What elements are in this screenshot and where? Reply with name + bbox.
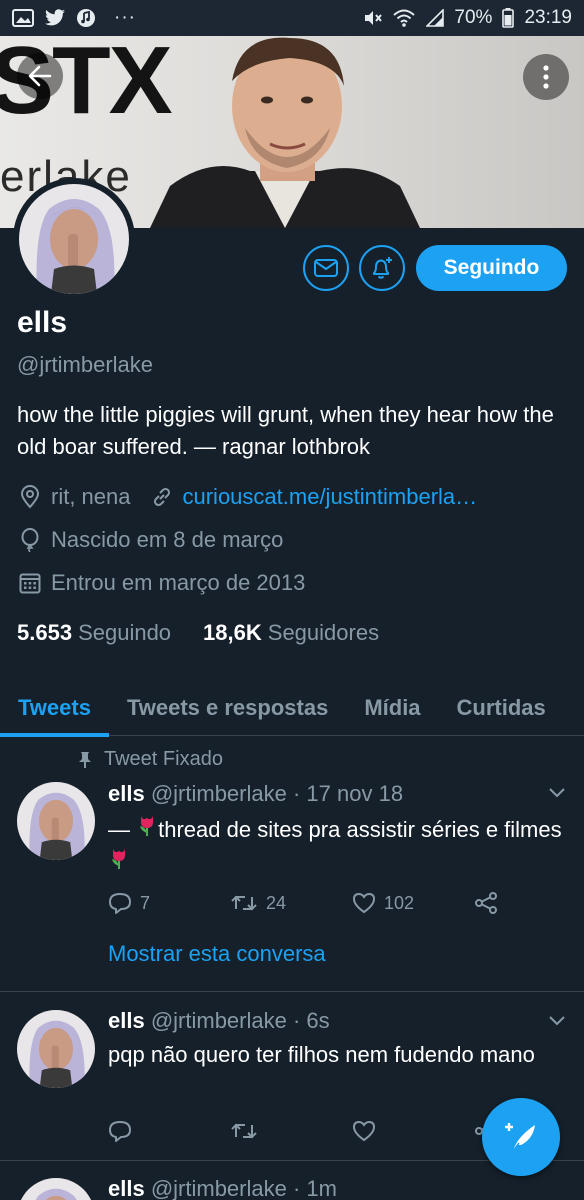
profile-handle: @jrtimberlake	[17, 352, 154, 377]
reply-icon	[109, 1121, 131, 1142]
tweet-author-handle: @jrtimberlake	[150, 781, 287, 806]
tweet-avatar[interactable]	[17, 1010, 95, 1088]
compose-tweet-button[interactable]	[482, 1098, 560, 1176]
tab-tweets-and-replies[interactable]: Tweets e respostas	[109, 680, 346, 736]
status-bar: ··· 70% 23:19	[0, 0, 584, 36]
more-notifications-icon: ···	[114, 7, 136, 28]
tab-tweets[interactable]: Tweets	[0, 680, 109, 737]
profile-joined-date: Entrou em março de 2013	[51, 570, 306, 595]
battery-icon	[502, 8, 515, 28]
tweet-actions: 7 24 102	[108, 892, 498, 914]
signal-icon	[426, 9, 445, 27]
tweet-author-handle: @jrtimberlake	[150, 1008, 287, 1033]
joined-row: Entrou em março de 2013	[17, 570, 305, 596]
tweet-actions	[108, 1120, 498, 1142]
pin-icon	[79, 751, 91, 768]
tab-likes[interactable]: Curtidas	[439, 680, 564, 736]
more-vertical-icon	[543, 65, 549, 89]
tweet-timestamp: · 17 nov 18	[292, 781, 404, 806]
compose-quill-icon	[505, 1123, 535, 1152]
retweet-button[interactable]	[230, 1121, 352, 1141]
notifications-button[interactable]	[359, 245, 405, 291]
tweet-avatar[interactable]	[17, 782, 95, 860]
profile-birthday: Nascido em 8 de março	[51, 527, 284, 552]
tweet-author-name[interactable]: ells	[108, 781, 145, 806]
wifi-icon	[392, 8, 416, 28]
like-button[interactable]: 102	[352, 892, 474, 914]
like-button[interactable]	[352, 1120, 474, 1142]
pinned-label-text: Tweet Fixado	[104, 748, 223, 770]
tweet-text-prefix: —	[108, 817, 137, 842]
music-icon	[76, 8, 96, 28]
tulip-emoji-icon	[140, 816, 154, 836]
share-button[interactable]	[474, 892, 498, 914]
retweet-button[interactable]: 24	[230, 893, 352, 914]
tweet-text: pqp não quero ter filhos nem fudendo man…	[108, 1042, 535, 1067]
balloon-icon	[17, 528, 43, 552]
followers-count[interactable]: 18,6K	[203, 620, 262, 646]
avatar-photo	[17, 782, 95, 860]
following-label[interactable]: Seguindo	[78, 620, 171, 646]
heart-icon	[352, 892, 376, 914]
tweet-timestamp: · 1m	[292, 1176, 337, 1200]
tweet-menu-chevron-icon[interactable]	[548, 1014, 566, 1032]
profile-location: rit, nena	[51, 484, 131, 509]
calendar-icon	[17, 572, 43, 594]
tweet-header: ells @jrtimberlake · 6s	[108, 1008, 330, 1034]
twitter-bird-icon	[44, 9, 66, 27]
clock: 23:19	[524, 7, 572, 28]
back-button[interactable]	[17, 53, 63, 99]
tweet-author-name[interactable]: ells	[108, 1008, 145, 1033]
avatar-photo	[17, 1178, 95, 1200]
banner-photo	[150, 37, 420, 228]
heart-icon	[352, 1120, 376, 1142]
following-count[interactable]: 5.653	[17, 620, 72, 646]
following-button[interactable]: Seguindo	[416, 245, 567, 291]
tweet-text: — thread de sites pra assistir séries e …	[108, 813, 568, 879]
arrow-left-icon	[28, 65, 52, 87]
battery-percent: 70%	[454, 7, 493, 28]
more-options-button[interactable]	[523, 54, 569, 100]
pinned-tweet-label: Tweet Fixado	[78, 748, 223, 771]
retweet-icon	[231, 895, 257, 911]
show-conversation-link[interactable]: Mostrar esta conversa	[108, 941, 326, 967]
envelope-icon	[314, 259, 338, 277]
tweet-divider	[0, 991, 584, 992]
reply-icon	[109, 893, 131, 914]
tweet-timestamp: · 6s	[292, 1008, 330, 1033]
tweet-header: ells @jrtimberlake · 17 nov 18	[108, 781, 403, 807]
tweet-author-handle: @jrtimberlake	[150, 1176, 287, 1200]
retweet-count: 24	[266, 892, 287, 913]
retweet-icon	[231, 1123, 257, 1139]
profile-bio: how the little piggies will grunt, when …	[17, 402, 554, 459]
like-count: 102	[384, 892, 415, 913]
profile-name: ells	[17, 306, 68, 339]
profile-avatar[interactable]	[13, 178, 135, 300]
tweet-avatar[interactable]	[17, 1178, 95, 1200]
link-icon	[149, 486, 175, 508]
followers-label[interactable]: Seguidores	[268, 620, 379, 646]
tulip-emoji-icon	[112, 849, 125, 869]
tweet-author-name[interactable]: ells	[108, 1176, 145, 1200]
avatar-photo	[19, 184, 129, 294]
avatar-photo	[17, 1010, 95, 1088]
tweet-menu-chevron-icon[interactable]	[548, 786, 566, 804]
reply-button[interactable]	[108, 1120, 230, 1142]
reply-count: 7	[140, 892, 151, 913]
profile-website-link[interactable]: curiouscat.me/justintimberla…	[183, 484, 478, 510]
bell-plus-icon	[373, 257, 392, 279]
follow-counts: 5.653 Seguindo 18,6K Seguidores	[17, 620, 405, 646]
location-and-link-row: rit, nena curiouscat.me/justintimberla…	[17, 484, 477, 510]
tab-media[interactable]: Mídia	[346, 680, 438, 736]
tweet-text-body: thread de sites pra assistir séries e fi…	[158, 817, 562, 842]
message-button[interactable]	[303, 245, 349, 291]
tweet-header: ells @jrtimberlake · 1m	[108, 1176, 337, 1200]
profile-tabs: Tweets Tweets e respostas Mídia Curtidas	[0, 680, 584, 737]
birthday-row: Nascido em 8 de março	[17, 527, 283, 553]
mute-icon	[362, 8, 383, 28]
share-icon	[475, 892, 497, 914]
location-pin-icon	[17, 485, 43, 509]
reply-button[interactable]: 7	[108, 892, 230, 914]
gallery-icon	[12, 9, 34, 27]
